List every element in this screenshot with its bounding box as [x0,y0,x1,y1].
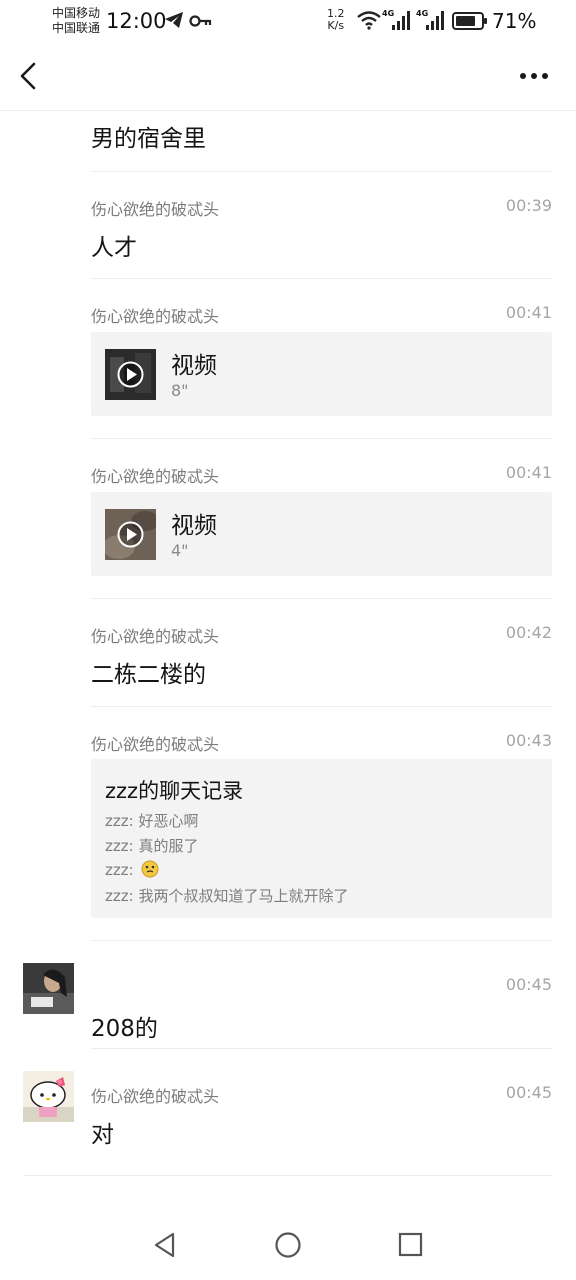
message-time: 00:43 [505,731,552,750]
divider [91,438,552,439]
message-time: 00:41 [505,463,552,482]
carrier-1: 中国移动 [52,6,101,20]
divider [91,1048,552,1049]
chat-record-card[interactable]: zzz的聊天记录 zzz: 好恶心啊 zzz: 真的服了 zzz: zzz: 我… [91,759,552,918]
video-thumbnail[interactable] [103,509,159,560]
message-text: 208的 [91,1016,158,1042]
network-speed: 1.2 K/s [327,8,345,32]
avatar[interactable] [23,1071,74,1122]
more-dots-icon [520,73,548,79]
message-text: 二栋二楼的 [91,662,206,688]
nav-back-triangle-icon [154,1232,175,1258]
chat-record-line: zzz: 真的服了 [105,837,199,855]
battery-icon [452,12,488,34]
message-text: 对 [91,1122,114,1148]
message-time: 00:42 [505,623,552,642]
message-text: 男的宿舍里 [91,126,206,152]
sender-name: 伤心欲绝的破忒头 [91,307,220,326]
thinking-face-emoji-icon [141,860,159,882]
message-time: 00:39 [505,196,552,215]
wifi-icon [356,10,382,34]
video-title: 视频 [171,513,217,539]
divider [91,171,552,172]
video-duration: 4" [171,541,189,560]
video-card[interactable]: 视频 8" [91,332,552,416]
message-time: 00:45 [505,1083,552,1102]
nav-home-button[interactable] [273,1230,303,1264]
video-title: 视频 [171,353,217,379]
video-card[interactable]: 视频 4" [91,492,552,576]
chat-record-line-prefix: zzz: [105,861,134,879]
back-button[interactable] [12,56,48,96]
status-bar: 中国移动 中国联通 12:00 1.2 K/s 4G 4G 71% [0,0,576,42]
video-duration: 8" [171,381,189,400]
title-bar [0,42,576,111]
nav-recents-button[interactable] [396,1230,426,1264]
network-type-label-2: 4G [416,9,429,18]
chat-record-line: zzz: 我两个叔叔知道了马上就开除了 [105,887,349,905]
chat-record-line: zzz: [105,860,159,882]
carrier-names: 中国移动 中国联通 [52,6,100,36]
sender-name: 伤心欲绝的破忒头 [91,735,220,754]
sender-name: 伤心欲绝的破忒头 [91,200,220,219]
signal-icon-2: 4G [416,9,446,35]
divider [91,278,552,279]
chat-record-title: zzz的聊天记录 [105,779,244,803]
divider [91,706,552,707]
more-options-button[interactable] [516,64,556,88]
network-type-label: 4G [382,9,395,18]
message-time: 00:45 [505,975,552,994]
chat-record-line: zzz: 好恶心啊 [105,812,199,830]
message-text: 人才 [91,235,137,261]
chevron-left-icon [20,62,36,90]
key-icon [189,13,213,32]
video-thumbnail[interactable] [105,349,156,400]
nav-recents-square-icon [398,1232,423,1257]
system-navigation-bar [0,1210,576,1280]
nav-home-circle-icon [275,1232,301,1258]
message-time: 00:41 [505,303,552,322]
battery-percent: 71% [492,9,537,33]
sender-name: 伤心欲绝的破忒头 [91,627,220,646]
nav-back-button[interactable] [150,1230,180,1264]
telegram-icon [164,11,184,33]
signal-icon: 4G [382,9,412,35]
divider [91,598,552,599]
carrier-2: 中国联通 [52,21,101,35]
network-speed-unit: K/s [327,19,345,32]
status-time: 12:00 [106,9,167,33]
avatar[interactable] [23,963,74,1014]
divider [24,1175,552,1176]
divider [91,940,552,941]
sender-name: 伤心欲绝的破忒头 [91,467,220,486]
sender-name: 伤心欲绝的破忒头 [91,1087,220,1106]
